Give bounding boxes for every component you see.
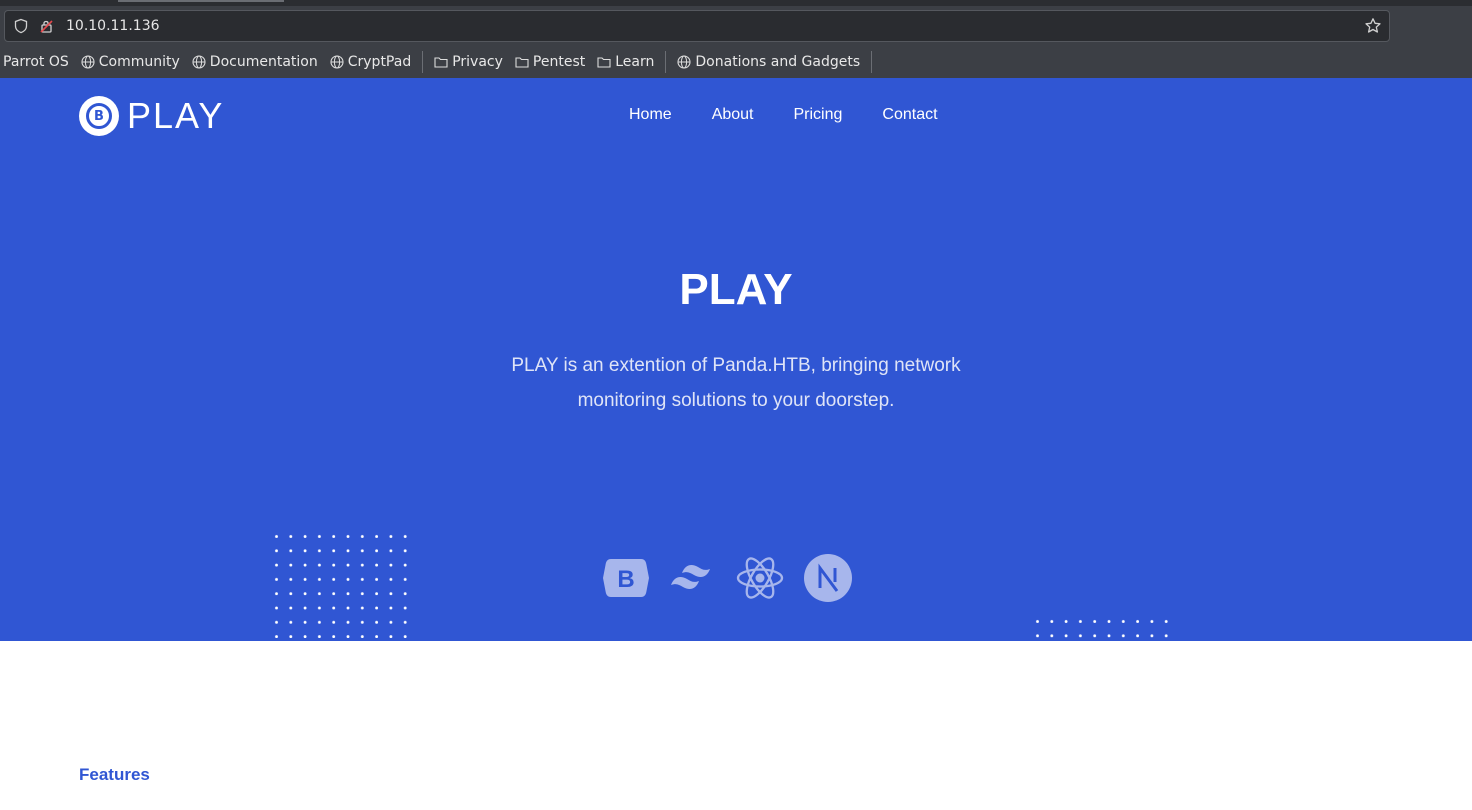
dot-pattern-left	[270, 530, 415, 641]
site-logo[interactable]: B PLAY	[79, 95, 224, 137]
folder-icon	[515, 57, 529, 68]
shield-icon[interactable]	[13, 18, 29, 34]
logo-text: PLAY	[127, 95, 225, 136]
bookmark-donations-and-gadgets[interactable]: Donations and Gadgets	[671, 50, 866, 74]
nav-contact[interactable]: Contact	[862, 105, 957, 125]
nextjs-icon	[804, 554, 852, 602]
bookmark-label: Donations and Gadgets	[695, 54, 861, 70]
main-nav: Home About Pricing Contact	[609, 105, 958, 125]
nav-about[interactable]: About	[692, 105, 774, 125]
bookmark-parrot-os[interactable]: Parrot OS	[0, 50, 75, 74]
features-section-label: Features	[79, 765, 150, 784]
bootstrap-icon: B	[603, 559, 649, 597]
nav-home[interactable]: Home	[609, 105, 692, 125]
bookmark-cryptpad[interactable]: CryptPad	[324, 50, 417, 74]
bookmark-label: Community	[98, 54, 180, 70]
bookmark-label: Documentation	[209, 54, 318, 70]
globe-icon	[330, 55, 344, 69]
bookmarks-toolbar: Parrot OS Community Documentation CryptP…	[0, 48, 1472, 76]
bookmark-folder-privacy[interactable]: Privacy	[428, 50, 509, 74]
bookmark-label: CryptPad	[347, 54, 412, 70]
active-tab[interactable]	[118, 0, 284, 2]
bookmark-label: Learn	[615, 54, 655, 70]
hero-section: B PLAY Home About Pricing Contact PLAY P…	[0, 78, 1472, 641]
logo-badge-letter: B	[86, 103, 112, 129]
hero-title: PLAY	[679, 265, 793, 314]
browser-chrome: 10.10.11.136 Parrot OS Community Documen…	[0, 0, 1472, 78]
logo-badge-icon: B	[79, 96, 119, 136]
folder-icon	[597, 57, 611, 68]
react-icon	[736, 557, 784, 599]
nav-pricing[interactable]: Pricing	[774, 105, 863, 125]
bookmark-label: Privacy	[452, 54, 503, 70]
bookmark-documentation[interactable]: Documentation	[186, 50, 324, 74]
dot-pattern-right	[1031, 615, 1176, 641]
bookmark-label: Pentest	[532, 54, 586, 70]
address-bar[interactable]: 10.10.11.136	[4, 10, 1390, 42]
globe-icon	[81, 55, 95, 69]
bookmark-star-icon[interactable]	[1364, 17, 1382, 35]
globe-icon	[677, 55, 691, 69]
svg-text:B: B	[617, 566, 634, 593]
url-text[interactable]: 10.10.11.136	[66, 18, 160, 34]
insecure-lock-icon[interactable]	[39, 18, 55, 34]
bookmark-separator	[422, 51, 424, 73]
bookmark-separator	[665, 51, 667, 73]
bookmark-folder-pentest[interactable]: Pentest	[509, 50, 591, 74]
bookmark-community[interactable]: Community	[75, 50, 186, 74]
hero-subtitle: PLAY is an extention of Panda.HTB, bring…	[466, 348, 1006, 418]
bookmark-folder-learn[interactable]: Learn	[591, 50, 660, 74]
hero-subtitle-line1: PLAY is an extention of Panda.HTB, bring…	[511, 355, 961, 376]
globe-icon	[192, 55, 206, 69]
folder-icon	[434, 57, 448, 68]
bookmark-separator	[871, 51, 873, 73]
hero-subtitle-line2: monitoring solutions to your doorstep.	[577, 390, 895, 411]
tab-strip	[0, 0, 1472, 6]
bookmark-label: Parrot OS	[3, 54, 69, 70]
tailwind-icon	[671, 565, 710, 589]
